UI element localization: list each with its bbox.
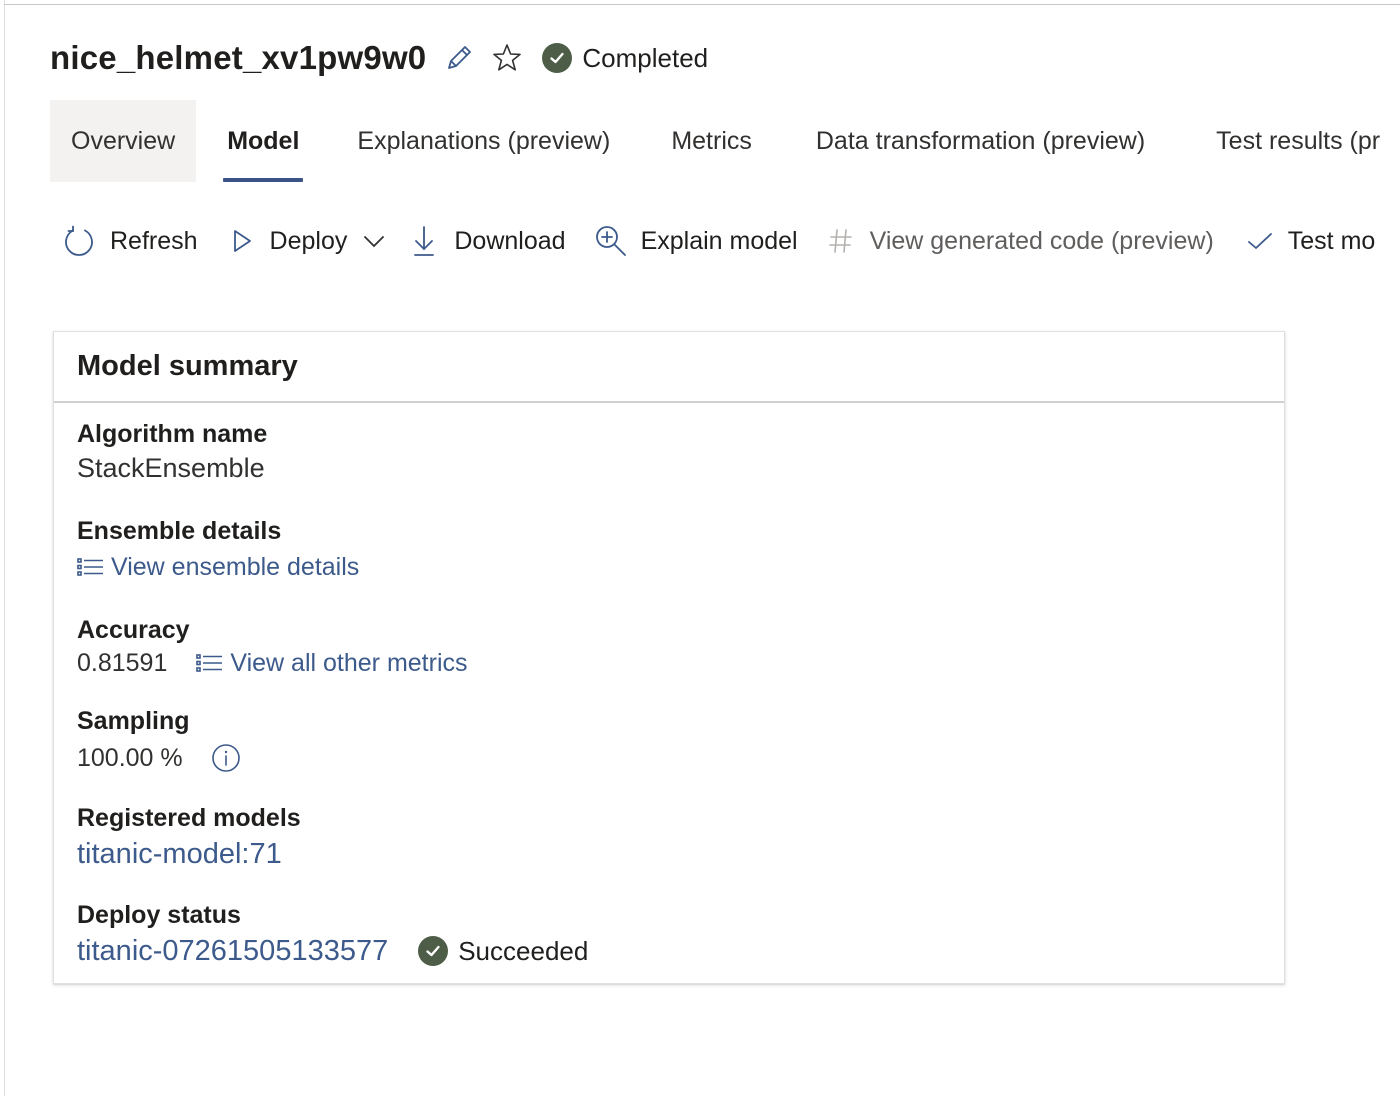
checkmark-icon [1246,224,1274,258]
hash-icon [828,224,854,258]
download-button[interactable]: Download [411,224,566,258]
view-all-metrics-label: View all other metrics [230,649,468,677]
deploy-status-label: Deploy status [77,901,241,929]
tab-label: Test results (pr [1216,126,1381,155]
tab-label: Metrics [671,126,752,155]
tab-test-results[interactable]: Test results (pr [1216,100,1380,182]
accuracy-label: Accuracy [77,616,190,644]
list-icon [196,651,224,675]
accuracy-value: 0.81591 [77,649,168,677]
page-top-border [4,4,1400,5]
card-header: Model summary [54,332,1284,403]
ensemble-section: Ensemble details View ensemble details [77,515,359,585]
ensemble-label: Ensemble details [77,517,282,545]
check-circle-icon [418,936,449,966]
tab-explanations[interactable]: Explanations (preview) [357,100,610,182]
refresh-icon [62,224,96,258]
tab-overview[interactable]: Overview [50,100,197,182]
run-status: Completed [542,43,708,74]
tab-label: Overview [71,126,176,155]
registered-model-link[interactable]: titanic-model:71 [77,836,282,872]
tab-label: Model [227,126,300,155]
deploy-label: Deploy [269,226,348,255]
explain-model-label: Explain model [640,226,798,255]
play-icon [230,224,254,258]
tab-metrics[interactable]: Metrics [671,100,752,182]
tab-bar: Overview Model Explanations (preview) Me… [50,100,1380,182]
registered-models-label: Registered models [77,804,301,832]
registered-models-section: Registered models titanic-model:71 [77,802,301,872]
deploy-status-section: Deploy status titanic-07261505133577 Suc… [77,899,588,969]
download-label: Download [454,226,566,255]
model-summary-card: Model summary Algorithm name StackEnsemb… [53,331,1285,984]
accuracy-section: Accuracy 0.81591 View all other metrics [77,614,468,681]
zoom-in-icon [594,224,628,258]
run-status-label: Completed [582,42,709,73]
deploy-button[interactable]: Deploy [230,224,392,258]
deploy-status-badge: Succeeded [418,933,588,969]
run-title: nice_helmet_xv1pw9w0 [50,39,427,76]
list-icon [77,555,105,579]
explain-model-button[interactable]: Explain model [594,224,798,258]
algorithm-label: Algorithm name [77,420,268,448]
view-all-metrics-link[interactable]: View all other metrics [196,645,468,681]
sampling-value: 100.00 % [77,744,183,772]
deployment-link[interactable]: titanic-07261505133577 [77,933,388,969]
tab-label: Data transformation (preview) [815,126,1146,155]
tab-label: Explanations (preview) [357,126,611,155]
card-title: Model summary [77,350,298,382]
sampling-section: Sampling 100.00 % [77,705,241,776]
tab-model[interactable]: Model [223,100,304,182]
star-icon[interactable] [490,41,524,75]
download-icon [411,224,437,258]
test-model-label: Test mo [1287,226,1376,255]
info-icon[interactable] [211,743,241,773]
tab-data-transformation[interactable]: Data transformation (preview) [816,100,1145,182]
refresh-label: Refresh [110,226,198,255]
chevron-down-icon [357,224,391,258]
view-generated-code-button[interactable]: View generated code (preview) [828,224,1214,258]
test-model-button[interactable]: Test mo [1246,224,1376,258]
check-circle-icon [542,43,573,73]
refresh-button[interactable]: Refresh [62,224,198,258]
deploy-status-text: Succeeded [458,936,589,966]
command-bar: Refresh Deploy Download Explain model Vi… [62,218,1375,264]
algorithm-section: Algorithm name StackEnsemble [77,418,267,486]
algorithm-value: StackEnsemble [77,453,265,483]
pencil-icon[interactable] [442,41,476,75]
page-left-border [4,0,5,1096]
view-ensemble-details-label: View ensemble details [111,553,360,581]
run-header: nice_helmet_xv1pw9w0 Completed [50,34,708,82]
view-ensemble-details-link[interactable]: View ensemble details [77,549,359,585]
view-generated-code-label: View generated code (preview) [869,226,1214,255]
sampling-label: Sampling [77,707,190,735]
